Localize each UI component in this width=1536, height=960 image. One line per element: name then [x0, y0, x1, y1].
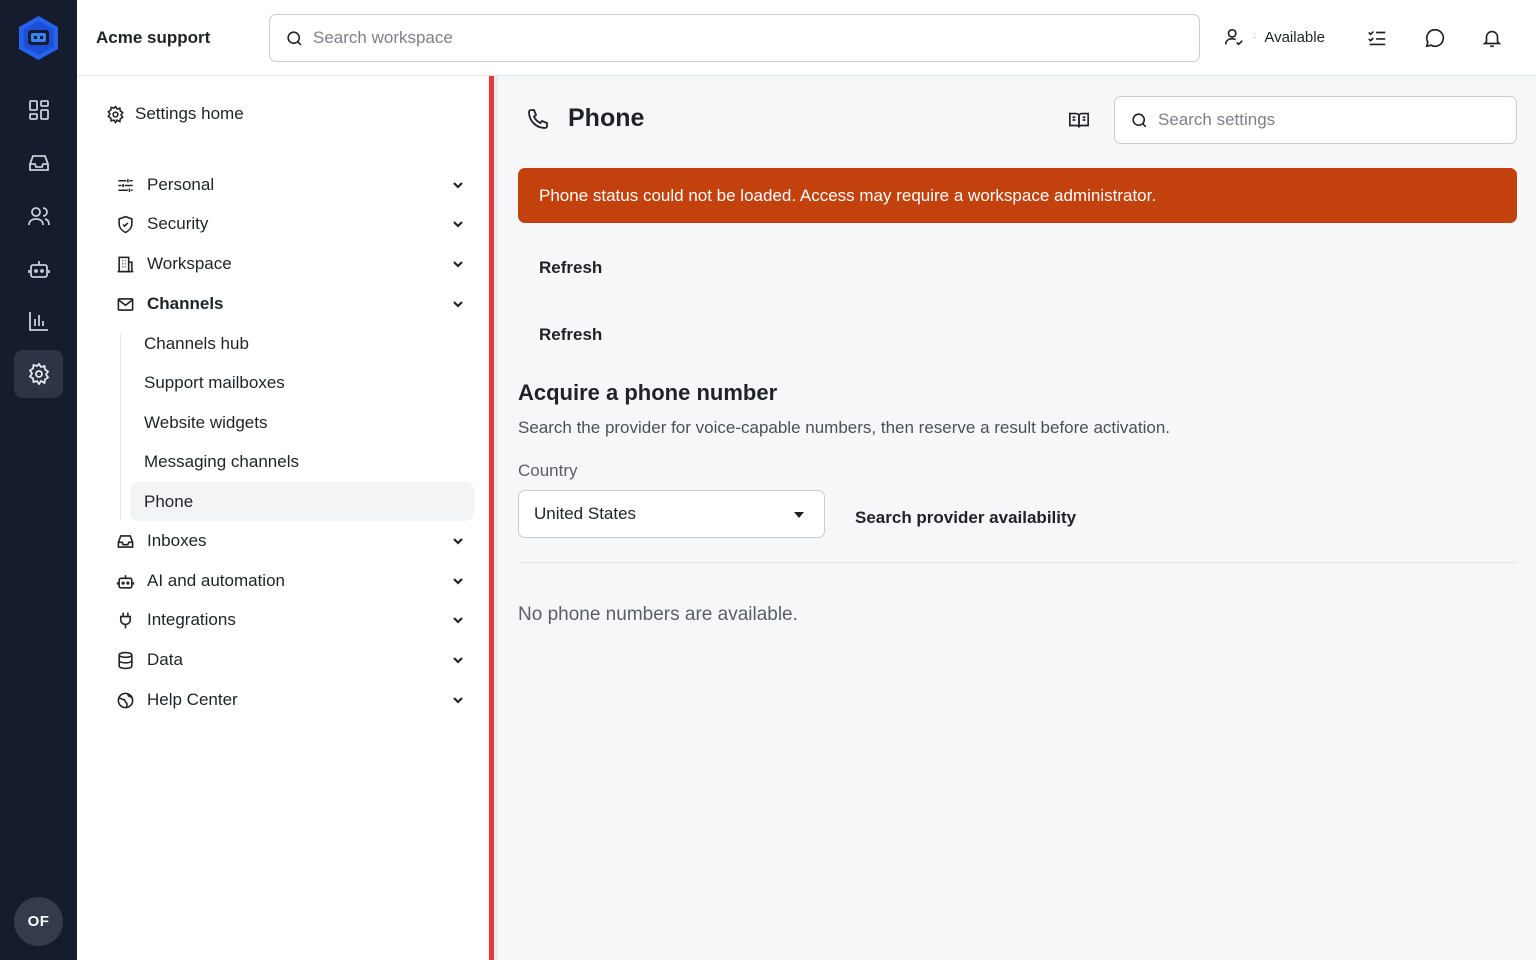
chevron-down-icon — [453, 657, 463, 664]
sidebar-item-label: Inboxes — [147, 531, 207, 550]
empty-state-text: No phone numbers are available. — [518, 604, 798, 625]
sidebar-item-label: Workspace — [147, 254, 232, 273]
acquire-number-description: Search the provider for voice-capable nu… — [518, 418, 1171, 437]
sidebar-item-messaging-channels[interactable]: Messaging channels — [130, 442, 474, 481]
sliders-icon — [116, 176, 135, 195]
bot-icon — [116, 572, 135, 591]
main-content: Phone Phone status could not be loaded. … — [498, 76, 1536, 960]
sidebar-item-phone[interactable]: Phone — [130, 482, 474, 521]
search-icon — [287, 30, 302, 45]
sidebar-item-security[interactable]: Security — [116, 208, 466, 240]
section-divider — [518, 562, 1517, 563]
gear-icon — [107, 104, 124, 124]
app-rail: OF — [0, 0, 77, 960]
sidebar-item-label: Data — [147, 650, 183, 669]
page-title: Phone — [568, 104, 645, 132]
shield-icon — [116, 215, 135, 234]
top-bar: Acme support · Available — [77, 0, 1536, 76]
chart-icon[interactable] — [14, 297, 63, 345]
dashboard-icon[interactable] — [14, 86, 63, 134]
sidebar-item-label: Integrations — [147, 610, 236, 629]
phone-icon — [528, 108, 548, 129]
user-avatar[interactable]: OF — [14, 897, 63, 946]
availability-status-button[interactable]: · Available — [1223, 26, 1325, 48]
gear-icon[interactable] — [14, 350, 63, 398]
bell-icon[interactable] — [1480, 26, 1504, 50]
chevron-down-icon — [453, 221, 463, 228]
sidebar-item-website-widgets[interactable]: Website widgets — [130, 403, 474, 442]
chevron-down-icon — [453, 617, 463, 624]
settings-home-link[interactable]: Settings home — [106, 104, 244, 124]
sidebar-item-ai-automation[interactable]: AI and automation — [116, 565, 466, 597]
sidebar-item-label: Security — [147, 214, 209, 233]
globe-icon — [116, 691, 135, 710]
sidebar-item-label: Personal — [147, 175, 215, 194]
bot-icon[interactable] — [14, 245, 63, 293]
chat-icon[interactable] — [1423, 26, 1447, 50]
inbox-icon[interactable] — [14, 139, 63, 187]
sidebar-item-channels-hub[interactable]: Channels hub — [130, 324, 474, 363]
status-label: Available — [1264, 28, 1325, 46]
sidebar-item-label: AI and automation — [147, 571, 285, 590]
sidebar-item-workspace[interactable]: Workspace — [116, 248, 466, 280]
error-alert: Phone status could not be loaded. Access… — [518, 168, 1517, 223]
settings-home-label: Settings home — [135, 104, 244, 123]
users-icon[interactable] — [14, 192, 63, 240]
database-icon — [116, 651, 135, 670]
chevron-down-icon — [453, 538, 463, 545]
sidebar-item-inboxes[interactable]: Inboxes — [116, 525, 466, 557]
book-open-icon[interactable] — [1068, 109, 1090, 131]
country-select-value: United States — [534, 504, 637, 523]
sidebar-item-support-mailboxes[interactable]: Support mailboxes — [130, 363, 474, 402]
chevron-down-icon — [453, 261, 463, 268]
caret-down-icon — [794, 512, 804, 518]
search-settings-input[interactable] — [1158, 110, 1506, 130]
acquire-number-heading: Acquire a phone number — [518, 380, 778, 405]
search-workspace-input[interactable] — [313, 28, 1136, 48]
sidebar-item-label: Help Center — [147, 690, 238, 709]
page-header: Phone — [526, 104, 644, 133]
chevron-down-icon — [453, 697, 463, 704]
building-icon — [116, 255, 135, 274]
sidebar-item-channels[interactable]: Channels — [116, 288, 466, 320]
user-status-icon — [1224, 28, 1243, 46]
workspace-name[interactable]: Acme support — [96, 28, 210, 48]
country-select[interactable]: United States — [518, 490, 825, 538]
app-logo-icon[interactable] — [16, 14, 61, 62]
settings-sidebar: Settings home Personal Security Workspac… — [77, 76, 490, 960]
refresh-button[interactable]: Refresh — [539, 258, 602, 278]
sidebar-item-help-center[interactable]: Help Center — [116, 684, 466, 716]
sidebar-item-personal[interactable]: Personal — [116, 169, 466, 201]
search-provider-button[interactable]: Search provider availability — [855, 508, 1076, 528]
refresh-button-secondary[interactable]: Refresh — [539, 325, 602, 345]
sidebar-item-integrations[interactable]: Integrations — [116, 604, 466, 636]
sidebar-item-label: Channels — [147, 294, 224, 313]
chevron-down-icon — [453, 578, 463, 585]
plug-icon — [116, 611, 135, 630]
country-label: Country — [518, 461, 578, 480]
search-icon — [1132, 112, 1147, 127]
inbox-icon — [116, 532, 135, 551]
chevron-down-icon — [453, 301, 463, 308]
mail-icon — [116, 295, 135, 314]
status-separator: · — [1253, 31, 1257, 43]
chevron-down-icon — [453, 182, 463, 189]
submenu-guide-line — [120, 334, 121, 520]
settings-search[interactable] — [1114, 96, 1517, 144]
tasks-icon[interactable] — [1365, 26, 1389, 50]
workspace-search[interactable] — [269, 14, 1200, 62]
sidebar-item-data[interactable]: Data — [116, 644, 466, 676]
